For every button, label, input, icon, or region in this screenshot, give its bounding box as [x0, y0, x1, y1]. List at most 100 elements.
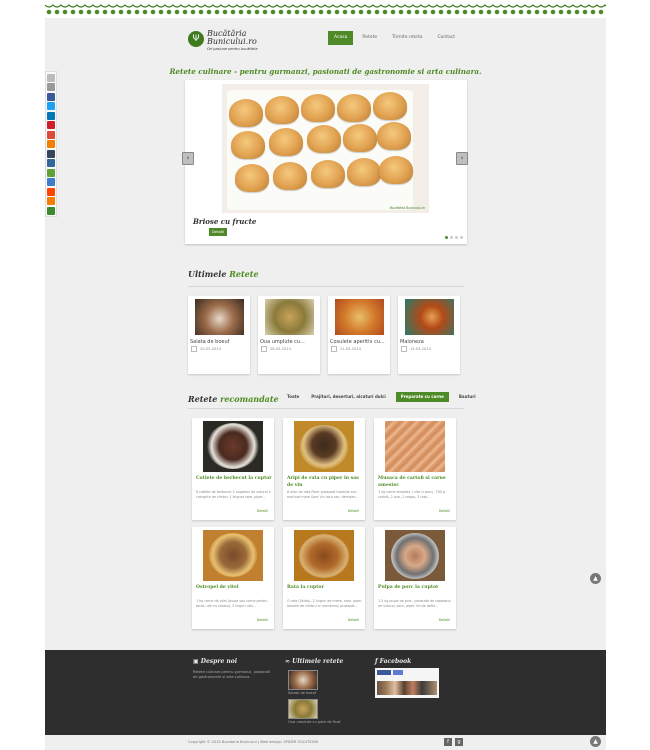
logo-title: Bucătăria Bunicului.ro: [207, 29, 257, 46]
recipe-name[interactable]: Cotlete de berbecut la cuptor: [196, 475, 272, 482]
filter-toate[interactable]: Toate: [285, 392, 301, 402]
filter-bauturi[interactable]: Bauturi: [457, 392, 478, 402]
recipe-thumbnail[interactable]: [405, 299, 454, 335]
recipe-name[interactable]: Musaca de cartofi si carne amestec: [378, 475, 454, 489]
bookmark-share-icon[interactable]: [47, 197, 55, 205]
recipe-details-link[interactable]: Detalii: [439, 618, 450, 622]
recipe-name[interactable]: Pulpa de porc la cuptor: [378, 584, 454, 591]
recipe-details-link[interactable]: Detalii: [257, 618, 268, 622]
recommended-recipe-card[interactable]: Rata la cuptor O rata (2kilos), 2 lingur…: [283, 527, 365, 629]
email-share-icon[interactable]: [47, 83, 55, 91]
recipe-description: 6 aripi de rata Piper proaspat macinat s…: [287, 490, 359, 499]
recipe-image[interactable]: [203, 421, 263, 472]
slide-dot-2[interactable]: [450, 236, 453, 239]
nav-item-acasa[interactable]: Acasa: [328, 31, 354, 45]
copyright-bar: Copyright © 2013 Bucataria Bunicului | W…: [45, 735, 606, 750]
digg-share-icon[interactable]: [47, 178, 55, 186]
recipe-details-link[interactable]: Detalii: [348, 618, 359, 622]
recipe-name[interactable]: Cosulete aperitiv cu...: [330, 339, 390, 345]
slide-dot-3[interactable]: [455, 236, 458, 239]
recipe-thumbnail[interactable]: [265, 299, 314, 335]
facebook-share-button[interactable]: [393, 670, 403, 675]
footer-recipe-link[interactable]: Salata de boeuf: [288, 691, 316, 696]
nav-item-contact[interactable]: Contact: [431, 31, 461, 45]
latest-recipe-card[interactable]: Oua umplute cu... 28-03-2014: [258, 296, 320, 374]
footer-about-title: ▣ Despre noi: [193, 658, 238, 665]
recipe-name[interactable]: Salata de boeuf: [190, 339, 250, 345]
facebook-like-box[interactable]: [375, 668, 439, 698]
googleplus-share-icon[interactable]: [47, 130, 55, 139]
recipe-name[interactable]: Maioneza: [400, 339, 460, 345]
footer-about-text: Retete culinare pentru gurmanzi, pasiona…: [193, 670, 271, 679]
facebook-share-icon[interactable]: [47, 92, 55, 101]
site-logo[interactable]: Ψ Bucătăria Bunicului.ro Ori pasiune pen…: [188, 29, 278, 55]
calendar-icon: [331, 346, 337, 352]
slide-dot-4[interactable]: [460, 236, 463, 239]
footer-latest-title: ∞ Ultimele retete: [285, 658, 344, 665]
page-wrapper: Ψ Bucătăria Bunicului.ro Ori pasiune pen…: [45, 0, 606, 750]
recommended-recipe-card[interactable]: Ostropel de vitel 1 kg carne de vitel (p…: [192, 527, 274, 629]
delicious-share-icon[interactable]: [47, 159, 55, 167]
footer-recipe-thumbnail[interactable]: [288, 670, 318, 690]
recipe-image[interactable]: [385, 530, 445, 581]
scroll-up-icon[interactable]: ▲: [590, 736, 601, 747]
pinterest-share-icon[interactable]: [47, 121, 55, 129]
linkedin-share-icon[interactable]: [47, 111, 55, 120]
recipe-date: 21-03-2014: [340, 347, 361, 351]
latest-recipe-card[interactable]: Maioneza 15-03-2014: [398, 296, 460, 374]
recommended-recipe-card[interactable]: Musaca de cartofi si carne amestec 1 kg …: [374, 418, 456, 520]
recommended-recipes-title: Retete recomandate: [188, 394, 279, 404]
recipe-image[interactable]: [294, 530, 354, 581]
facebook-like-button[interactable]: [377, 670, 391, 675]
nav-item-retete[interactable]: Retete: [356, 31, 383, 45]
recipe-image[interactable]: [294, 421, 354, 472]
recipe-image[interactable]: [203, 530, 263, 581]
recipe-name[interactable]: Ostropel de vitel: [196, 584, 272, 591]
recipe-name[interactable]: Oua umplute cu...: [260, 339, 320, 345]
recipe-thumbnail[interactable]: [335, 299, 384, 335]
social-share-bar: [45, 71, 57, 217]
footer-facebook-title: ƒ Facebook: [375, 658, 412, 665]
recipe-details-link[interactable]: Detalii: [439, 509, 450, 513]
more-share-icon[interactable]: [47, 206, 55, 215]
slider-prev-arrow-icon[interactable]: ‹: [182, 152, 194, 165]
facebook-icon[interactable]: f: [444, 738, 452, 746]
slider-next-arrow-icon[interactable]: ›: [456, 152, 468, 165]
recipe-name[interactable]: Rata la cuptor: [287, 584, 363, 591]
footer-recipe-thumbnail[interactable]: [288, 699, 318, 719]
recommended-recipe-card[interactable]: Pulpa de porc la cuptor 1.5 kg pulpa de …: [374, 527, 456, 629]
filter-preparate-cu-carne[interactable]: Preparate cu carne: [395, 392, 449, 402]
nav-item-trimite-reteta[interactable]: Trimite reteta: [386, 31, 428, 45]
slide-image[interactable]: Bucătăria Bunicului.ro: [222, 84, 429, 213]
googleplus-icon[interactable]: g: [455, 738, 463, 746]
recipe-details-link[interactable]: Detalii: [348, 509, 359, 513]
latest-recipe-card[interactable]: Cosulete aperitiv cu... 21-03-2014: [328, 296, 390, 374]
recommended-recipe-card[interactable]: Aripi de rata cu piper in sos de vin 6 a…: [283, 418, 365, 520]
recipe-details-link[interactable]: Detalii: [257, 509, 268, 513]
recipe-date: 28-03-2014: [270, 347, 291, 351]
reddit-share-icon[interactable]: [47, 187, 55, 196]
evernote-share-icon[interactable]: [47, 168, 55, 177]
footer-recipe-link[interactable]: Oua umplute cu pate de ficat: [288, 720, 341, 725]
clapboard-icon: ▣: [193, 658, 201, 665]
top-garland-decoration: [45, 0, 606, 18]
slide-dot-1[interactable]: [445, 236, 448, 239]
tumblr-share-icon[interactable]: [47, 149, 55, 158]
scroll-up-icon[interactable]: ▲: [590, 573, 601, 584]
recommended-recipe-card[interactable]: Cotlete de berbecut la cuptor 8 cotlete …: [192, 418, 274, 520]
recipe-description: O rata (2kilos), 2 linguri de miere, sar…: [287, 599, 363, 608]
filter-prajituri[interactable]: Prajituri, deserturi, alcaturi dulci: [309, 392, 387, 402]
recipe-thumbnail[interactable]: [195, 299, 244, 335]
latest-recipe-card[interactable]: Salata de boeuf 29-03-2014: [188, 296, 250, 374]
facebook-fans-avatars[interactable]: [377, 681, 437, 695]
slide-details-button[interactable]: Detalii: [209, 228, 227, 236]
latest-recipes-list: Salata de boeuf 29-03-2014 Oua umplute c…: [188, 296, 464, 376]
slide-caption[interactable]: Briose cu fructe: [193, 217, 256, 226]
recipe-description: 1.5 kg pulpa de porc, jumatate de capata…: [378, 599, 451, 608]
recipe-name[interactable]: Aripi de rata cu piper in sos de vin: [287, 475, 363, 489]
recipe-category-filters: Toate Prajituri, deserturi, alcaturi dul…: [285, 392, 478, 402]
blogger-share-icon[interactable]: [47, 140, 55, 148]
recipe-image[interactable]: [385, 421, 445, 472]
latest-recipes-title: Ultimele Retete: [188, 269, 259, 279]
twitter-share-icon[interactable]: [47, 102, 55, 110]
